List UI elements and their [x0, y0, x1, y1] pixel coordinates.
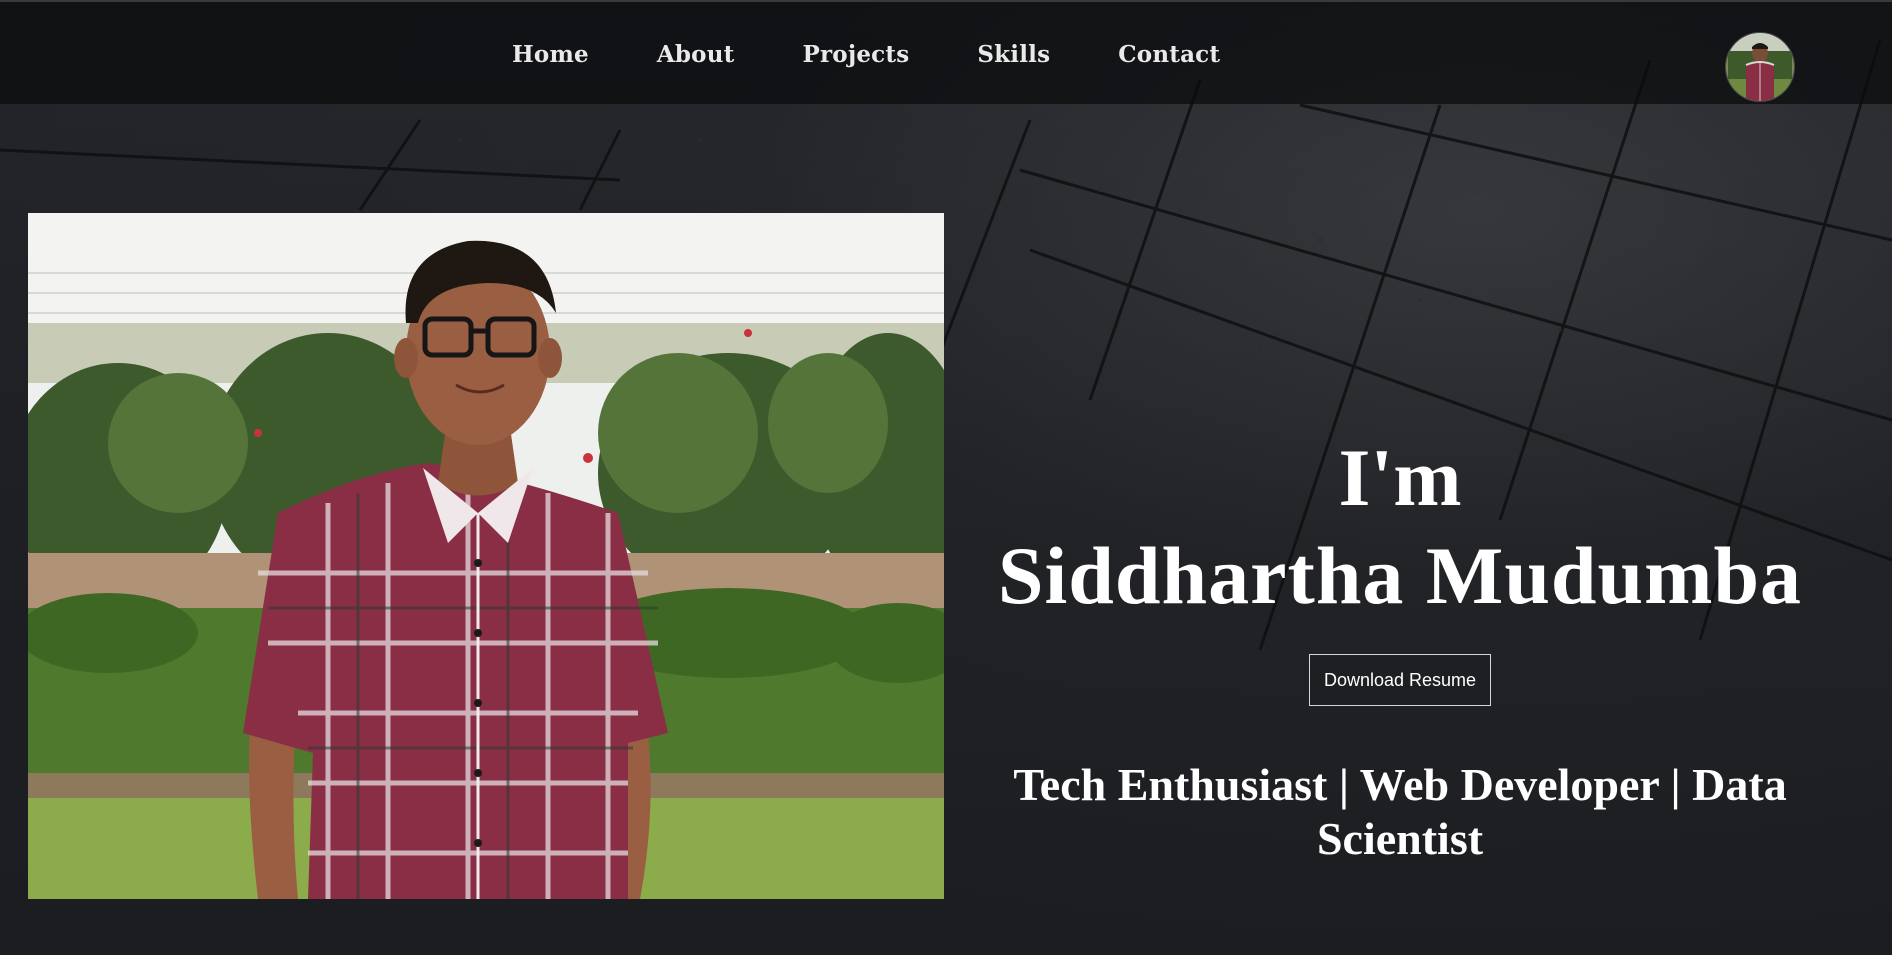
page: Home About Projects Skills Contact I'm S… [0, 0, 1892, 955]
profile-photo-illustration [28, 213, 944, 899]
hero-greeting: I'm [1338, 432, 1462, 523]
hero-tagline: Tech Enthusiast | Web Developer | Data S… [1013, 759, 1787, 864]
avatar[interactable] [1725, 32, 1795, 102]
download-resume-button[interactable]: Download Resume [1308, 654, 1492, 706]
nav-links: Home About Projects Skills Contact [512, 2, 1288, 106]
hero-section: I'm Siddhartha Mudumba Download Resume T… [960, 430, 1840, 866]
nav-link-projects[interactable]: Projects [802, 41, 909, 68]
avatar-photo-icon [1726, 33, 1794, 101]
nav-link-home[interactable]: Home [512, 41, 589, 68]
nav-link-contact[interactable]: Contact [1118, 41, 1220, 68]
hero-name: Siddhartha Mudumba [997, 530, 1803, 621]
profile-photo [28, 213, 944, 899]
nav-link-skills[interactable]: Skills [977, 41, 1050, 68]
top-navbar: Home About Projects Skills Contact [0, 0, 1892, 104]
nav-link-about[interactable]: About [657, 41, 735, 68]
